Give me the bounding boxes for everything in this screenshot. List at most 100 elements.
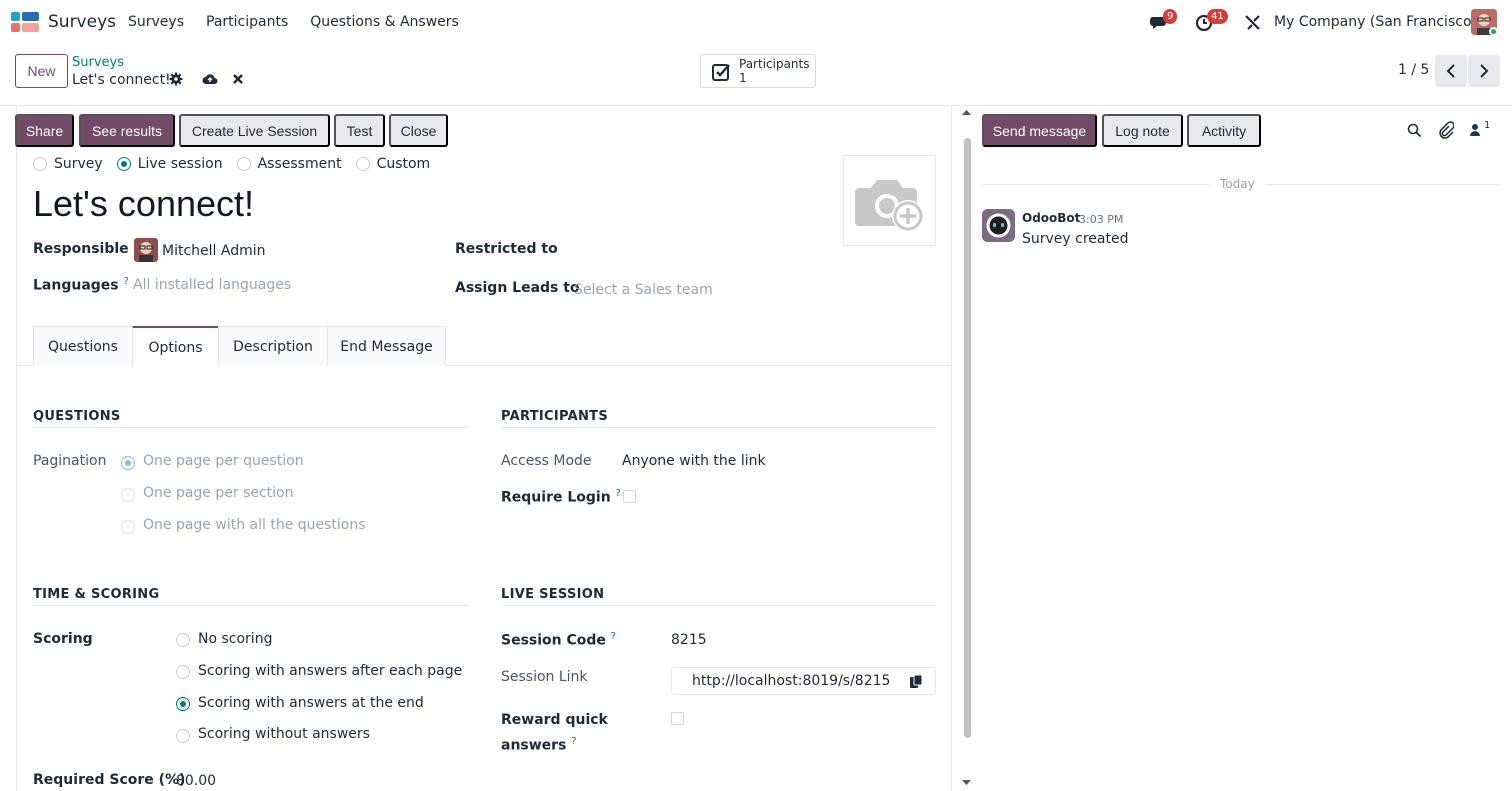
scroll-down-icon[interactable] [962,780,971,786]
session-code-help-icon[interactable]: ? [611,631,616,642]
session-code-input[interactable]: 8215 [671,632,707,648]
time-scoring-section-rule [33,605,468,606]
scroll-thumb[interactable] [964,138,971,738]
responsible-value[interactable]: Mitchell Admin [162,243,266,259]
one-page-per-question-label[interactable]: One page per question [143,453,304,469]
save-cloud-icon[interactable] [202,72,218,86]
required-score-input[interactable]: 80.00 [176,773,216,789]
reward-help-icon[interactable]: ? [571,736,576,747]
breadcrumb-surveys[interactable]: Surveys [72,55,124,70]
date-separator-label: Today [1210,177,1265,191]
radio-scoring-after-each-page[interactable] [176,665,190,679]
responsible-avatar [134,238,158,262]
access-mode-value[interactable]: Anyone with the link [622,453,766,469]
person-icon [1470,124,1480,136]
participants-section-rule [501,427,936,428]
tab-description[interactable]: Description [218,326,328,366]
require-login-help-icon[interactable]: ? [616,488,621,499]
assign-leads-label: Assign Leads to [455,280,580,296]
no-scoring-label[interactable]: No scoring [198,631,272,647]
discard-close-icon[interactable] [231,72,245,86]
presence-indicator [1489,27,1497,35]
scoring-without-answers-label[interactable]: Scoring without answers [198,726,370,742]
restricted-to-label: Restricted to [455,241,558,257]
radio-survey-label[interactable]: Survey [54,156,103,172]
live-session-section-rule [501,605,936,606]
radio-live-session-label[interactable]: Live session [138,156,223,172]
odoobot-avatar[interactable] [982,209,1015,242]
questions-section-rule [33,427,468,428]
company-switcher[interactable]: My Company (San Francisco) [1274,14,1477,30]
radio-custom-label[interactable]: Custom [377,156,431,172]
radio-live-session[interactable] [116,157,131,171]
live-session-section-title: LIVE SESSION [501,587,605,602]
copy-clipboard-icon[interactable] [909,674,923,689]
time-scoring-section-title: TIME & SCORING [33,587,160,602]
followers-button[interactable]: 1 [1469,120,1491,138]
tab-questions[interactable]: Questions [33,326,133,366]
radio-scoring-at-end[interactable] [176,697,190,711]
user-avatar[interactable] [1471,9,1497,35]
radio-one-page-per-section[interactable] [121,488,135,502]
chatter-panel [975,106,1512,791]
test-button[interactable]: Test [334,114,385,147]
reward-quick-answers-checkbox[interactable] [671,712,684,725]
gear-icon[interactable] [169,72,183,86]
menu-questions-answers[interactable]: Questions & Answers [310,14,459,30]
session-link-value: http://localhost:8019/s/8215 [692,673,891,689]
tools-icon[interactable] [1243,12,1263,32]
close-button[interactable]: Close [389,114,448,147]
participants-smart-button[interactable]: Participants 1 [700,54,816,88]
radio-one-page-all-questions[interactable] [121,520,135,534]
session-code-label: Session Code ? [501,631,617,649]
session-link-field[interactable]: http://localhost:8019/s/8215 [671,667,936,695]
surveys-app-icon[interactable] [11,12,39,32]
sales-team-input[interactable]: Select a Sales team [574,282,713,298]
menu-surveys[interactable]: Surveys [128,14,184,30]
see-results-button[interactable]: See results [79,114,175,147]
create-live-session-button[interactable]: Create Live Session [179,114,330,147]
survey-title-input[interactable]: Let's connect! [33,183,254,225]
log-note-button[interactable]: Log note [1102,114,1183,147]
share-button[interactable]: Share [15,114,74,147]
radio-one-page-per-question[interactable] [121,456,135,470]
radio-assessment-label[interactable]: Assessment [258,156,342,172]
scoring-at-end-label[interactable]: Scoring with answers at the end [198,695,424,711]
require-login-checkbox[interactable] [623,490,636,503]
scroll-up-icon[interactable] [962,109,971,115]
paperclip-icon[interactable] [1438,121,1454,139]
languages-label: Languages ? [33,276,129,294]
new-button[interactable]: New [15,54,68,88]
chevron-right-icon [1480,64,1489,78]
languages-input[interactable]: All installed languages [133,277,291,293]
radio-scoring-without-answers[interactable] [176,729,190,743]
pagination-label: Pagination [33,453,107,469]
pager-next-button[interactable] [1468,55,1500,87]
tab-end-message[interactable]: End Message [327,326,446,366]
send-message-button[interactable]: Send message [982,114,1097,147]
survey-type-selector: Survey Live session Assessment Custom [33,156,430,172]
scoring-label: Scoring [33,631,93,647]
radio-survey[interactable] [33,157,47,171]
languages-help-icon[interactable]: ? [124,276,129,287]
survey-image-upload[interactable] [843,155,936,246]
pager-value[interactable]: 1 / 5 [1398,62,1429,78]
radio-no-scoring[interactable] [176,633,190,647]
radio-custom[interactable] [355,157,370,171]
one-page-all-questions-label[interactable]: One page with all the questions [143,517,366,533]
tab-options[interactable]: Options [132,326,219,367]
search-icon[interactable] [1407,123,1422,138]
radio-assessment[interactable] [236,157,251,171]
message-time: 3:03 PM [1079,213,1124,226]
required-score-label: Required Score (%) [33,772,186,788]
activity-button[interactable]: Activity [1187,114,1261,147]
chevron-left-icon [1446,64,1455,78]
message-author[interactable]: OdooBot [1022,211,1080,225]
form-scrollbar[interactable] [959,106,974,791]
one-page-per-section-label[interactable]: One page per section [143,485,294,501]
notebook-tabs: Questions Options Description End Messag… [33,326,446,367]
app-name[interactable]: Surveys [48,12,116,32]
scoring-after-each-page-label[interactable]: Scoring with answers after each page [198,663,462,679]
pager-previous-button[interactable] [1435,55,1467,87]
menu-participants[interactable]: Participants [206,14,288,30]
